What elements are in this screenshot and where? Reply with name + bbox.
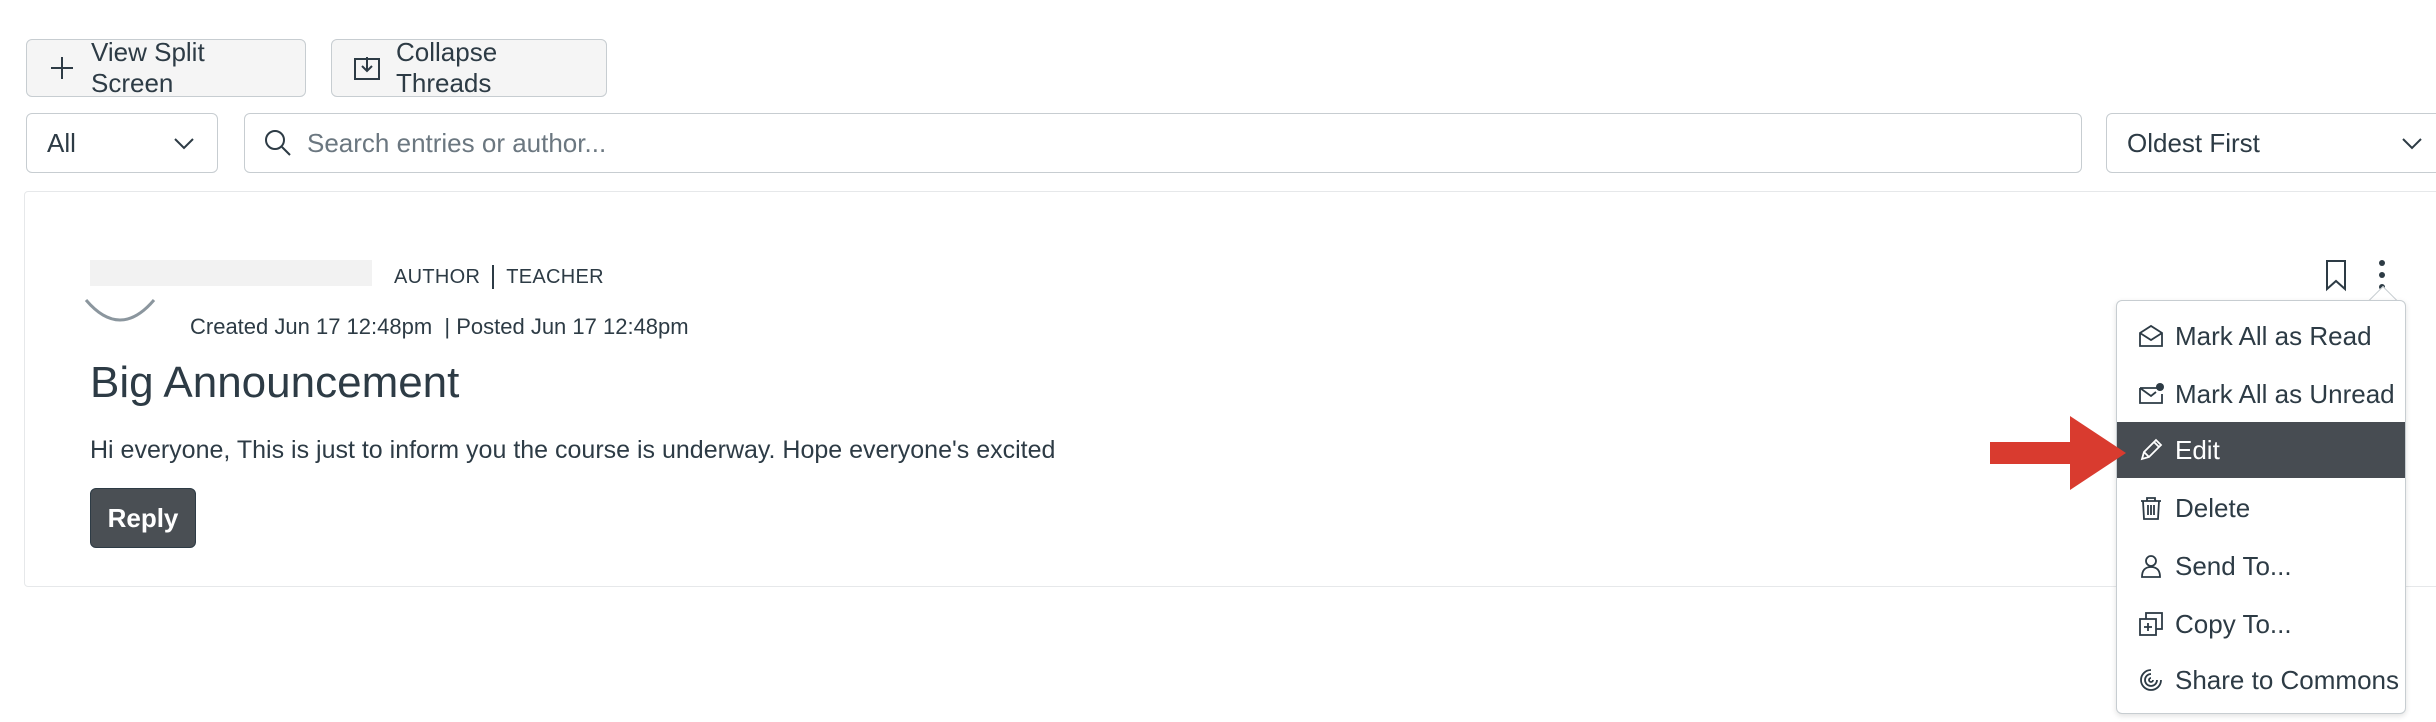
trash-icon: [2141, 497, 2161, 520]
entry-title: Big Announcement: [90, 358, 460, 407]
plus-icon: [51, 57, 73, 79]
menu-item-label: Edit: [2175, 434, 2220, 465]
pencil-icon: [2140, 438, 2163, 461]
menu-item-label: Mark All as Read: [2175, 320, 2372, 351]
reply-button[interactable]: Reply: [90, 488, 196, 548]
menu-item-label: Share to Commons: [2175, 664, 2399, 695]
view-split-screen-label: View Split Screen: [91, 37, 205, 98]
avatar: [84, 299, 156, 322]
menu-item-label: Send To...: [2175, 550, 2292, 581]
user-icon: [2141, 555, 2161, 578]
menu-item-mark-all-unread[interactable]: Mark All as Unread: [2117, 366, 2405, 422]
menu-item-share-to-commons[interactable]: Share to Commons: [2117, 652, 2405, 708]
sort-selected-value: Oldest First: [2127, 127, 2260, 158]
envelope-open-icon: [2139, 324, 2163, 347]
chevron-down-icon: [174, 138, 194, 150]
menu-item-delete[interactable]: Delete: [2117, 480, 2405, 536]
annotation-arrow-icon: [1990, 416, 2126, 490]
copy-icon: [2139, 612, 2163, 636]
role-author: AUTHOR: [394, 265, 481, 288]
search-icon: [265, 130, 291, 156]
commons-icon: [2140, 669, 2162, 691]
menu-item-label: Delete: [2175, 492, 2251, 523]
collapse-icon: [354, 57, 380, 80]
post-dates: Created Jun 17 12:48pm | Posted Jun 17 1…: [190, 314, 689, 339]
search-field[interactable]: [244, 113, 2082, 173]
menu-item-edit[interactable]: Edit: [2117, 422, 2405, 478]
search-input[interactable]: [307, 127, 2063, 159]
menu-item-mark-all-read[interactable]: Mark All as Read: [2117, 308, 2405, 364]
filter-selected-value: All: [47, 127, 76, 158]
author-name-placeholder: [90, 260, 372, 286]
menu-item-send-to[interactable]: Send To...: [2117, 538, 2405, 594]
sort-select[interactable]: Oldest First: [2106, 113, 2436, 173]
menu-item-label: Mark All as Unread: [2175, 378, 2395, 409]
view-split-screen-button[interactable]: View Split Screen: [26, 37, 306, 98]
collapse-threads-button[interactable]: Collapse Threads: [331, 37, 607, 98]
chevron-down-icon: [2402, 138, 2422, 150]
collapse-threads-label: Collapse Threads: [396, 37, 498, 98]
role-separator: [492, 265, 495, 289]
role-teacher: TEACHER: [506, 265, 604, 288]
filter-select[interactable]: All: [26, 113, 218, 173]
author-roles: AUTHOR TEACHER: [394, 265, 604, 289]
menu-item-copy-to[interactable]: Copy To...: [2117, 596, 2405, 652]
menu-item-label: Copy To...: [2175, 608, 2292, 639]
envelope-unread-icon: [2139, 383, 2164, 404]
entry-body: Hi everyone, This is just to inform you …: [90, 436, 1056, 464]
bookmark-icon[interactable]: [2322, 258, 2350, 292]
